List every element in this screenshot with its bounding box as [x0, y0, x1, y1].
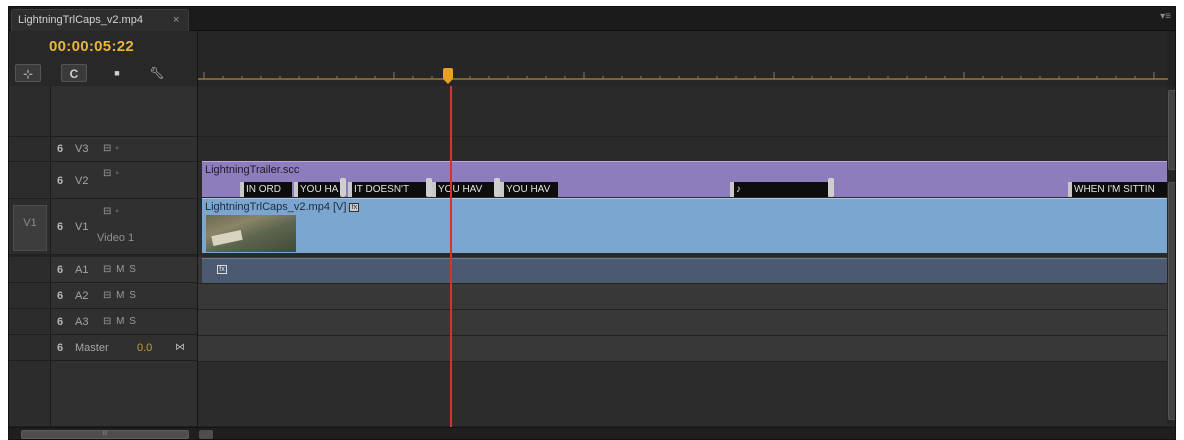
lane-empty — [198, 86, 1168, 137]
source-column — [9, 361, 51, 426]
source-column — [9, 335, 51, 360]
source-column — [9, 162, 51, 198]
master-volume-value[interactable]: 0.0 — [137, 342, 152, 354]
track-header-empty — [9, 86, 197, 137]
caption-block[interactable]: YOU HAV — [432, 182, 496, 197]
track-name-video-1[interactable]: Video 1 — [97, 232, 134, 244]
lane-a2[interactable] — [198, 284, 1168, 310]
lock-icon[interactable]: 6 — [57, 143, 63, 155]
track-label-v3: V3 — [75, 143, 89, 155]
track-toggle-icons[interactable]: ⊟◦ — [103, 206, 123, 217]
caption-edit-marker[interactable] — [494, 178, 500, 197]
time-ruler[interactable] — [197, 31, 1168, 86]
lock-icon[interactable]: 6 — [57, 290, 63, 302]
linked-selection-button[interactable]: C — [61, 64, 87, 82]
video-clip-label: LightningTrlCaps_v2.mp4 [V] — [205, 201, 347, 213]
linked-selection-icon: C — [69, 67, 79, 81]
track-label-a1: A1 — [75, 264, 89, 276]
lane-master[interactable] — [198, 336, 1168, 362]
marker-icon: ■ — [114, 68, 120, 78]
track-label-v1: V1 — [75, 221, 89, 233]
caption-edit-marker[interactable] — [828, 178, 834, 197]
timeline-panel: LightningTrlCaps_v2.mp4 × ▾≡ 00:00:05:22… — [8, 6, 1176, 440]
caption-block[interactable]: IT DOESN'T — [348, 182, 428, 197]
video-clip[interactable]: LightningTrlCaps_v2.mp4 [V] fx — [202, 198, 1168, 253]
track-toggle-icons[interactable]: ⊟◦ — [103, 168, 123, 179]
track-header-master[interactable]: 6 Master 0.0 ⋈ — [9, 335, 197, 361]
source-column — [9, 86, 51, 136]
video-thumbnail — [206, 215, 296, 252]
zoom-scrollbar-handle[interactable] — [199, 430, 213, 439]
caption-block[interactable]: WHEN I'M SITTIN — [1068, 182, 1168, 197]
source-column — [9, 283, 51, 308]
lock-icon[interactable]: 6 — [57, 316, 63, 328]
hamburger-menu-icon[interactable]: ▾≡ — [1160, 11, 1171, 22]
track-label-a3: A3 — [75, 316, 89, 328]
caption-block[interactable]: ♪ — [730, 182, 828, 197]
close-icon[interactable]: × — [173, 10, 179, 30]
header-scrollbar[interactable]: III — [21, 430, 189, 439]
lock-icon[interactable]: 6 — [57, 264, 63, 276]
track-area[interactable]: LightningTrailer.scc IN ORD YOU HA IT DO… — [197, 86, 1168, 427]
sequence-tab[interactable]: LightningTrlCaps_v2.mp4 × — [11, 9, 189, 31]
caption-clip[interactable]: LightningTrailer.scc IN ORD YOU HA IT DO… — [202, 161, 1168, 197]
track-toggle-icons[interactable]: ⊟ M S — [103, 264, 137, 275]
source-column: V1 — [9, 199, 51, 254]
caption-edit-marker[interactable] — [426, 178, 432, 197]
timeline-settings-button[interactable]: 🔧︎ — [147, 64, 167, 82]
wrench-icon: 🔧︎ — [149, 66, 165, 80]
vertical-scrollbar[interactable] — [1167, 86, 1175, 427]
bottom-bar: III — [9, 427, 1175, 439]
caption-block[interactable]: YOU HA — [294, 182, 346, 197]
lock-icon[interactable]: 6 — [57, 342, 63, 354]
audio-clip[interactable]: fx — [202, 258, 1168, 283]
track-toggle-icons[interactable]: ⊟ M S — [103, 316, 137, 327]
fx-icon: fx — [217, 265, 227, 274]
track-header-v3[interactable]: 6 V3 ⊟◦ — [9, 137, 197, 162]
master-bowtie-icon[interactable]: ⋈ — [175, 342, 185, 353]
track-label-master: Master — [75, 342, 109, 354]
ruler-ticks — [198, 72, 1168, 80]
lane-v3[interactable] — [198, 137, 1168, 162]
track-label-v2: V2 — [75, 175, 89, 187]
sequence-tab-label: LightningTrlCaps_v2.mp4 — [18, 14, 143, 26]
track-header-a1[interactable]: 6 A1 ⊟ M S — [9, 257, 197, 283]
track-toggle-icons[interactable]: ⊟◦ — [103, 143, 123, 154]
caption-edit-marker[interactable] — [340, 178, 346, 197]
track-header-a2[interactable]: 6 A2 ⊟ M S — [9, 283, 197, 309]
caption-block[interactable]: YOU HAV — [500, 182, 558, 197]
caption-block[interactable]: IN ORD — [240, 182, 292, 197]
lane-empty-bottom — [198, 362, 1168, 427]
playhead-line[interactable] — [450, 86, 452, 427]
lane-a3[interactable] — [198, 310, 1168, 336]
lock-icon[interactable]: 6 — [57, 221, 63, 233]
source-column — [9, 257, 51, 282]
track-label-a2: A2 — [75, 290, 89, 302]
track-header-empty-bottom — [9, 361, 197, 427]
lock-icon[interactable]: 6 — [57, 175, 63, 187]
video-scroll-thumb[interactable] — [1168, 90, 1175, 170]
video-clip-name: LightningTrlCaps_v2.mp4 [V] fx — [205, 201, 360, 213]
add-marker-button[interactable]: ■ — [107, 64, 127, 82]
playhead-timecode[interactable]: 00:00:05:22 — [49, 38, 134, 55]
track-header-a3[interactable]: 6 A3 ⊟ M S — [9, 309, 197, 335]
source-column — [9, 137, 51, 161]
audio-scroll-thumb[interactable] — [1168, 182, 1175, 420]
source-column — [9, 309, 51, 334]
caption-clip-name: LightningTrailer.scc — [205, 164, 300, 176]
timeline-controls: 00:00:05:22 ⊹ C ■ 🔧︎ — [9, 31, 197, 86]
tab-bar: LightningTrlCaps_v2.mp4 × ▾≡ — [9, 7, 1175, 31]
track-header-v1[interactable]: V1 6 V1 ⊟◦ Video 1 — [9, 199, 197, 255]
playhead-handle[interactable] — [443, 68, 453, 84]
snap-icon: ⊹ — [22, 67, 34, 81]
source-patch-v1[interactable]: V1 — [13, 205, 47, 251]
track-toggle-icons[interactable]: ⊟ M S — [103, 290, 137, 301]
track-header-v2[interactable]: 6 V2 ⊟◦ — [9, 162, 197, 199]
fx-icon: fx — [349, 202, 360, 212]
snap-button[interactable]: ⊹ — [15, 64, 41, 82]
